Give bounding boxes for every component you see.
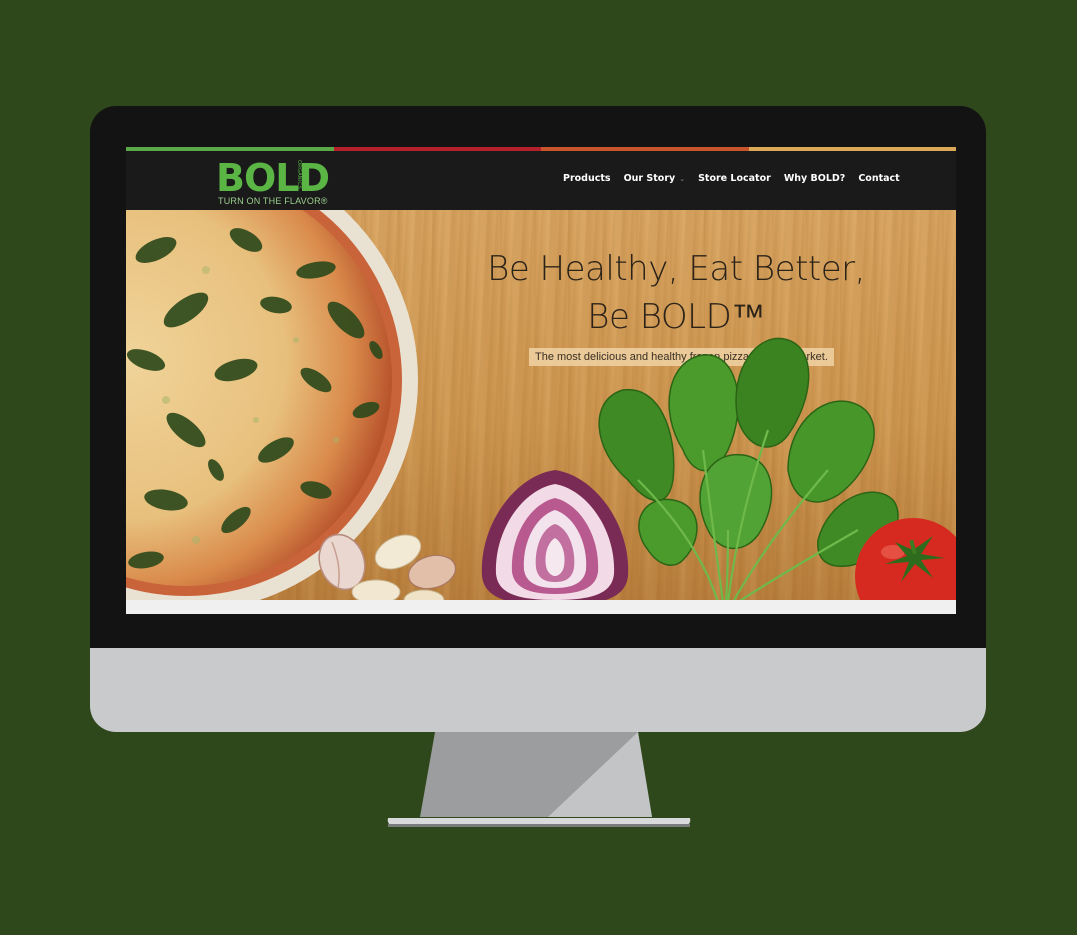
hero-banner: Be Healthy, Eat Better, Be BOLD™ The mos… bbox=[126, 210, 956, 600]
tomato-image bbox=[855, 518, 956, 600]
nav-item-why-bold[interactable]: Why BOLD? bbox=[784, 173, 846, 184]
nav-label: Our Story bbox=[623, 173, 676, 184]
garlic-image bbox=[318, 533, 457, 600]
monitor-chin bbox=[90, 648, 986, 732]
nav-label: Why BOLD? bbox=[783, 173, 846, 184]
nav-item-store-locator[interactable]: Store Locator bbox=[698, 173, 771, 184]
chevron-down-icon: ⌄ bbox=[679, 174, 686, 183]
bold-logo[interactable]: BOLD ORGANICS TURN ON THE FLAVOR® bbox=[216, 156, 330, 209]
imac-monitor: BOLD ORGANICS TURN ON THE FLAVOR® Produc… bbox=[90, 106, 986, 732]
nav-item-contact[interactable]: Contact bbox=[858, 173, 899, 184]
logo-wordmark: BOLD bbox=[216, 156, 330, 200]
main-nav: Products Our Story ⌄ Store Locator Why B… bbox=[563, 173, 900, 184]
nav-item-our-story[interactable]: Our Story ⌄ bbox=[624, 173, 686, 184]
hero-headline: Be Healthy, Eat Better, Be BOLD™ bbox=[486, 245, 866, 341]
website-screen: BOLD ORGANICS TURN ON THE FLAVOR® Produc… bbox=[126, 147, 956, 614]
hero-headline-line1: Be Healthy, Eat Better, bbox=[487, 249, 865, 289]
nav-label: Contact bbox=[858, 173, 900, 184]
nav-label: Store Locator bbox=[698, 173, 771, 184]
monitor-stand bbox=[387, 732, 691, 827]
logo-subbrand: ORGANICS bbox=[296, 160, 302, 190]
logo-tagline: TURN ON THE FLAVOR® bbox=[218, 196, 328, 206]
hero-footer-bar bbox=[126, 600, 956, 614]
site-header: BOLD ORGANICS TURN ON THE FLAVOR® Produc… bbox=[126, 151, 956, 210]
nav-label: Products bbox=[563, 173, 611, 184]
nav-item-products[interactable]: Products bbox=[563, 173, 611, 184]
